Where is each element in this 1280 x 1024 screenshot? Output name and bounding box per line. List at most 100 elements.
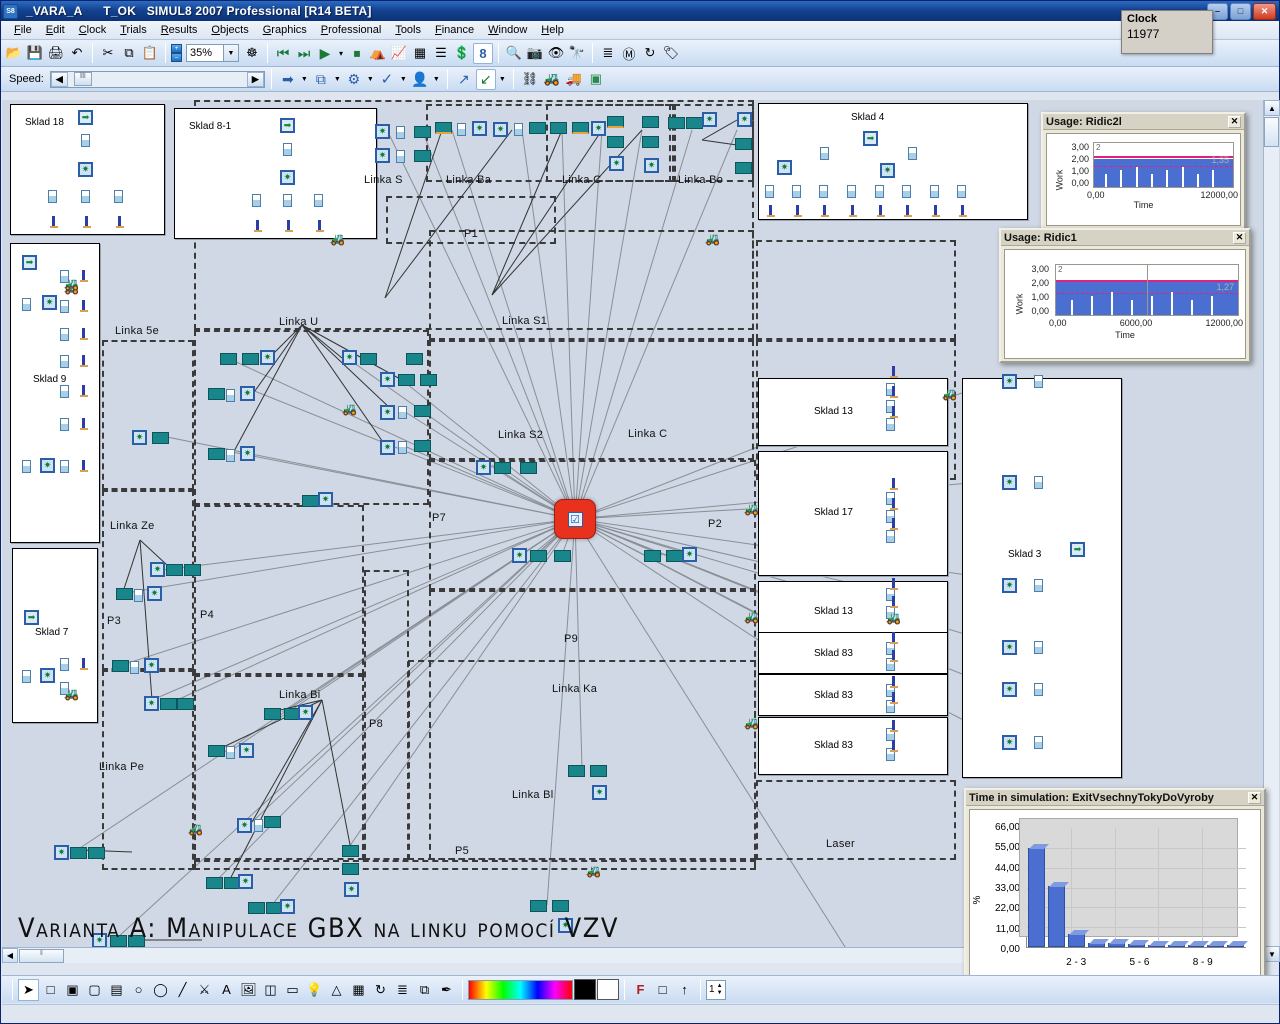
- storage-bin[interactable]: ✷: [280, 170, 295, 185]
- refresh-icon[interactable]: ↻: [640, 43, 660, 64]
- undo-icon[interactable]: ↶: [67, 43, 87, 64]
- work-center[interactable]: [420, 374, 437, 386]
- queue[interactable]: [22, 298, 31, 311]
- close-icon[interactable]: ✕: [1228, 115, 1241, 128]
- close-button[interactable]: ✕: [1253, 2, 1276, 20]
- camera-icon[interactable]: 📷: [525, 43, 545, 64]
- queue[interactable]: [60, 355, 69, 368]
- work-center[interactable]: [435, 122, 452, 134]
- storage-bin[interactable]: ✷: [609, 156, 624, 171]
- route-arrow-icon[interactable]: ↙: [475, 68, 496, 90]
- menu-finance[interactable]: Finance: [428, 22, 481, 38]
- usage-ridic1-panel[interactable]: Usage: Ridic1 ✕ Work 3,00 2,00 1,00 0,00 2 …: [999, 228, 1251, 363]
- storage-bin[interactable]: ✷: [375, 148, 390, 163]
- queue[interactable]: [226, 746, 235, 759]
- menu-objects[interactable]: Objects: [204, 22, 255, 38]
- resource[interactable]: [890, 650, 898, 663]
- work-center[interactable]: [686, 117, 703, 129]
- panel-titlebar[interactable]: Usage: Ridic2l ✕: [1043, 114, 1244, 130]
- work-center[interactable]: [568, 765, 585, 777]
- work-center-dropdown-icon[interactable]: ▼: [333, 69, 342, 90]
- storage-bin[interactable]: ✷: [298, 705, 313, 720]
- storage-bin[interactable]: ✷: [1002, 578, 1017, 593]
- vehicle[interactable]: 🚜: [64, 688, 81, 701]
- queue[interactable]: [930, 185, 939, 198]
- queue[interactable]: [252, 194, 261, 207]
- work-center[interactable]: [607, 116, 624, 128]
- resource[interactable]: [80, 328, 88, 341]
- work-center[interactable]: [554, 550, 571, 562]
- queue[interactable]: [398, 441, 407, 454]
- work-center[interactable]: [342, 863, 359, 875]
- queue[interactable]: [60, 658, 69, 671]
- panel-titlebar[interactable]: Usage: Ridic1 ✕: [1001, 230, 1249, 246]
- zoom-down-icon[interactable]: –: [171, 53, 182, 62]
- queue[interactable]: [886, 530, 895, 543]
- resource[interactable]: [254, 220, 262, 233]
- work-center[interactable]: [642, 116, 659, 128]
- zoom-find-icon[interactable]: 🔍: [504, 43, 524, 64]
- resource[interactable]: [890, 366, 898, 379]
- queue[interactable]: [60, 385, 69, 398]
- resource[interactable]: [821, 205, 829, 218]
- warehouse-panel[interactable]: Sklad 3: [962, 378, 1122, 778]
- work-center[interactable]: [607, 136, 624, 148]
- storage-bin[interactable]: ✷: [78, 162, 93, 177]
- background-color-swatch[interactable]: [597, 979, 619, 1000]
- storage-bin[interactable]: ✷: [472, 121, 487, 136]
- work-center[interactable]: [414, 126, 431, 138]
- route-icon[interactable]: ↗: [454, 69, 474, 90]
- work-entry[interactable]: ➡: [280, 118, 295, 133]
- menu-help[interactable]: Help: [534, 22, 571, 38]
- work-center[interactable]: [552, 900, 569, 912]
- work-center[interactable]: [160, 698, 177, 710]
- select-arrow-icon[interactable]: ➤: [18, 978, 39, 1001]
- queue[interactable]: [1034, 736, 1043, 749]
- align-icon[interactable]: ≣: [392, 979, 413, 1001]
- vehicle[interactable]: 🚜: [886, 612, 903, 625]
- storage-bin[interactable]: ✷: [375, 124, 390, 139]
- bulb-icon[interactable]: 💡: [304, 979, 325, 1001]
- work-center[interactable]: [184, 564, 201, 576]
- queue[interactable]: [902, 185, 911, 198]
- storage-bin[interactable]: ✷: [40, 668, 55, 683]
- queue[interactable]: [1034, 375, 1043, 388]
- filled-rounded-rect-icon[interactable]: ▤: [106, 979, 127, 1001]
- queue[interactable]: [134, 589, 143, 602]
- route-arrow-dropdown-icon[interactable]: ▼: [498, 69, 507, 90]
- panel-titlebar[interactable]: Time in simulation: ExitVsechnyTokyDoVyr…: [966, 790, 1264, 806]
- work-center[interactable]: [668, 117, 685, 129]
- resource[interactable]: [890, 578, 898, 591]
- work-center[interactable]: [208, 745, 225, 757]
- storage-bin[interactable]: ✷: [512, 548, 527, 563]
- menu-trials[interactable]: Trials: [113, 22, 153, 38]
- work-entry[interactable]: ➡: [24, 610, 39, 625]
- warehouse-panel[interactable]: Sklad 83: [758, 674, 948, 716]
- rotate-icon[interactable]: ↻: [370, 979, 391, 1001]
- rewind-icon[interactable]: ⏮: [273, 43, 293, 64]
- work-center[interactable]: [166, 564, 183, 576]
- resource[interactable]: [80, 460, 88, 473]
- queue[interactable]: [60, 300, 69, 313]
- work-entry-dropdown-icon[interactable]: ▼: [300, 69, 309, 90]
- storage-bin[interactable]: ✷: [280, 899, 295, 914]
- work-entry[interactable]: ➡: [78, 110, 93, 125]
- work-entry-icon[interactable]: ➡: [278, 69, 298, 90]
- vehicle[interactable]: 🚜: [744, 611, 761, 624]
- queue[interactable]: [314, 194, 323, 207]
- group-icon[interactable]: ☸: [242, 43, 262, 64]
- queue[interactable]: [1034, 476, 1043, 489]
- tank-icon[interactable]: ▣: [586, 69, 606, 90]
- bring-front-icon[interactable]: ↑: [674, 979, 695, 1001]
- warehouse-panel[interactable]: Sklad 83: [758, 632, 948, 674]
- menu-edit[interactable]: Edit: [39, 22, 72, 38]
- storage-bin[interactable]: ✷: [380, 372, 395, 387]
- queue[interactable]: [875, 185, 884, 198]
- storage-bin[interactable]: ✷: [344, 882, 359, 897]
- zoom-input[interactable]: [187, 47, 223, 59]
- storage-bin[interactable]: ✷: [1002, 682, 1017, 697]
- resource[interactable]: [316, 220, 324, 233]
- work-entry[interactable]: ➡: [863, 131, 878, 146]
- paste-icon[interactable]: 📋: [140, 43, 160, 64]
- queue[interactable]: [957, 185, 966, 198]
